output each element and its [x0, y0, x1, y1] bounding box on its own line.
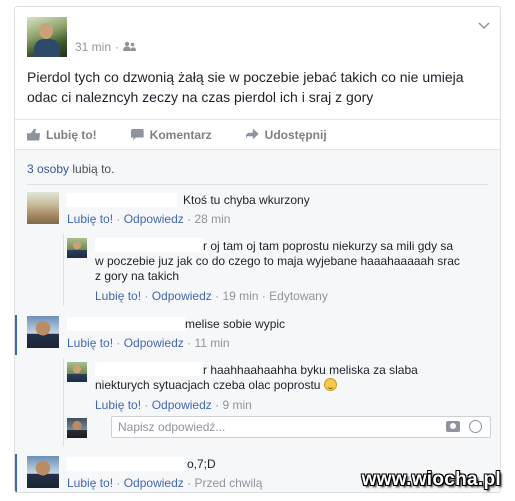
comment-2: melise sobie wypic Lubię to! · Odpowiedz… — [27, 316, 487, 356]
reply-meta: Lubię to! · Odpowiedz · 9 min — [95, 398, 252, 412]
comment-like-link[interactable]: Lubię to! — [67, 476, 113, 490]
commenter-name-redacted[interactable] — [67, 193, 177, 207]
share-button-label: Udostępnij — [264, 127, 327, 142]
post-header: 31 min · — [27, 17, 467, 59]
comment-highlight-bar — [15, 315, 17, 355]
divider — [27, 184, 488, 185]
reply-2: r haahhaahaahha byku meliska za slaba ni… — [67, 362, 487, 412]
site-watermark: www.wiocha.pl — [361, 469, 501, 490]
like-button[interactable]: Lubię to! — [27, 128, 97, 142]
likes-suffix: lubią to. — [72, 162, 115, 176]
post-card: 31 min · Pierdol tych co dzwonią żałą si… — [14, 6, 501, 493]
chevron-down-icon[interactable] — [478, 19, 490, 33]
comment-like-link[interactable]: Lubię to! — [67, 336, 113, 350]
poster-name[interactable] — [75, 19, 195, 34]
reply-reply-link[interactable]: Odpowiedz — [152, 398, 212, 412]
reply-like-link[interactable]: Lubię to! — [95, 289, 141, 303]
commenter-name-redacted[interactable] — [67, 317, 185, 331]
comment-text: melise sobie wypic — [185, 317, 286, 331]
commenter-avatar[interactable] — [27, 316, 59, 348]
meta-separator: · — [115, 40, 120, 54]
post-meta: 31 min · — [75, 40, 137, 54]
share-icon — [245, 128, 259, 141]
camera-icon[interactable] — [446, 421, 460, 432]
poster-avatar[interactable] — [27, 17, 67, 57]
comment-text: Ktoś tu chyba wkurzony — [183, 193, 310, 207]
comment-reply-link[interactable]: Odpowiedz — [124, 476, 184, 490]
likes-summary: 3 osoby lubią to. — [27, 162, 114, 176]
reply-text-content: r haahhaahaahha byku meliska za slaba ni… — [95, 363, 418, 392]
comment-time[interactable]: 28 min — [194, 212, 230, 226]
comment-reply-link[interactable]: Odpowiedz — [124, 212, 184, 226]
share-button[interactable]: Udostępnij — [245, 127, 327, 142]
comment-button[interactable]: Komentarz — [130, 127, 212, 142]
thread-line — [63, 358, 64, 446]
comments-section: 3 osoby lubią to. Ktoś tu chyba wkurzony… — [15, 149, 500, 492]
emoji-picker-icon[interactable] — [469, 420, 482, 433]
reply-input[interactable]: Napisz odpowiedź... — [111, 416, 491, 438]
comment-button-label: Komentarz — [149, 127, 212, 142]
comment-like-link[interactable]: Lubię to! — [67, 212, 113, 226]
like-button-label: Lubię to! — [46, 127, 97, 142]
comment-1: Ktoś tu chyba wkurzony Lubię to! · Odpow… — [27, 192, 487, 232]
reply-time[interactable]: 9 min — [222, 398, 251, 412]
reply-text: r oj tam oj tam poprostu niekurzy sa mil… — [95, 239, 460, 283]
replier-avatar[interactable] — [67, 362, 87, 382]
edited-label[interactable]: Edytowany — [269, 289, 328, 303]
comment-text: o,7;D — [187, 457, 216, 471]
reply-time[interactable]: 19 min — [222, 289, 258, 303]
comment-time[interactable]: 11 min — [194, 336, 229, 350]
reply-reply-link[interactable]: Odpowiedz — [152, 289, 212, 303]
poster-name-redacted — [75, 19, 195, 34]
smiley-emoji-icon — [323, 378, 337, 391]
commenter-avatar[interactable] — [27, 456, 59, 488]
comment-meta: Lubię to! · Odpowiedz · Przed chwilą — [67, 476, 263, 490]
reply-like-link[interactable]: Lubię to! — [95, 398, 141, 412]
reply-1: r oj tam oj tam poprostu niekurzy sa mil… — [67, 238, 487, 304]
comment-reply-link[interactable]: Odpowiedz — [124, 336, 184, 350]
current-user-avatar — [67, 418, 87, 438]
comment-highlight-bar — [15, 454, 17, 492]
comment-time[interactable]: Przed chwilą — [194, 476, 262, 490]
thread-line — [63, 234, 64, 306]
comment-icon — [130, 128, 144, 141]
post-action-bar: Lubię to! Komentarz Udostępnij — [15, 119, 500, 149]
commenter-name-redacted[interactable] — [67, 457, 185, 471]
comment-meta: Lubię to! · Odpowiedz · 11 min — [67, 336, 230, 350]
reply-input-placeholder: Napisz odpowiedź... — [118, 420, 226, 434]
post-body-text: Pierdol tych co dzwonią żałą sie w pocze… — [27, 69, 464, 105]
replier-avatar[interactable] — [67, 238, 87, 258]
likes-count-link[interactable]: 3 osoby — [27, 162, 69, 176]
thumbs-up-icon — [27, 128, 40, 141]
comment-meta: Lubię to! · Odpowiedz · 28 min — [67, 212, 231, 226]
commenter-avatar[interactable] — [27, 192, 59, 224]
reply-meta: Lubię to! · Odpowiedz · 19 min · Edytowa… — [95, 289, 328, 303]
friends-audience-icon[interactable] — [123, 40, 137, 54]
post-time[interactable]: 31 min — [75, 40, 111, 54]
reply-text: r haahhaahaahha byku meliska za slaba ni… — [95, 363, 475, 393]
